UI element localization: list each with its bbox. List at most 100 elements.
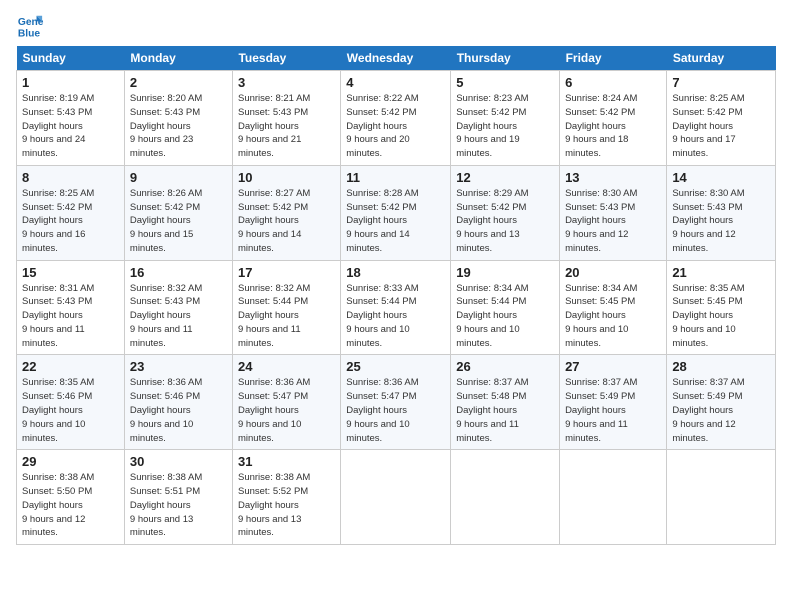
calendar-cell: 22Sunrise: 8:35 AMSunset: 5:46 PMDayligh…: [17, 355, 125, 450]
day-number: 3: [238, 75, 335, 90]
calendar-cell: [560, 450, 667, 545]
calendar-cell: 5 Sunrise: 8:23 AMSunset: 5:42 PMDaylight…: [451, 71, 560, 166]
day-number: 6: [565, 75, 661, 90]
calendar-cell: 18Sunrise: 8:33 AMSunset: 5:44 PMDayligh…: [341, 260, 451, 355]
header: General Blue: [16, 12, 776, 40]
day-info: Sunrise: 8:22 AMSunset: 5:42 PMDaylight …: [346, 92, 445, 161]
calendar-cell: 4 Sunrise: 8:22 AMSunset: 5:42 PMDaylight…: [341, 71, 451, 166]
day-info: Sunrise: 8:19 AMSunset: 5:43 PMDaylight …: [22, 92, 119, 161]
day-info: Sunrise: 8:21 AMSunset: 5:43 PMDaylight …: [238, 92, 335, 161]
calendar-cell: [451, 450, 560, 545]
logo: General Blue: [16, 12, 48, 40]
calendar-table: SundayMondayTuesdayWednesdayThursdayFrid…: [16, 46, 776, 545]
calendar-cell: 1 Sunrise: 8:19 AMSunset: 5:43 PMDaylight…: [17, 71, 125, 166]
calendar-cell: 17 Sunrise: 8:32 AMSunset: 5:44 PMDayligh…: [232, 260, 340, 355]
day-number: 9: [130, 170, 227, 185]
calendar-cell: 21Sunrise: 8:35 AMSunset: 5:45 PMDayligh…: [667, 260, 776, 355]
day-number: 4: [346, 75, 445, 90]
col-header-friday: Friday: [560, 46, 667, 71]
day-info: Sunrise: 8:30 AMSunset: 5:43 PMDaylight …: [672, 187, 770, 256]
calendar-cell: 2 Sunrise: 8:20 AMSunset: 5:43 PMDaylight…: [124, 71, 232, 166]
calendar-cell: [667, 450, 776, 545]
calendar-cell: 29 Sunrise: 8:38 AMSunset: 5:50 PMDayligh…: [17, 450, 125, 545]
day-number: 10: [238, 170, 335, 185]
day-info: Sunrise: 8:36 AMSunset: 5:46 PMDaylight …: [130, 376, 227, 445]
day-info: Sunrise: 8:32 AMSunset: 5:44 PMDaylight …: [238, 282, 335, 351]
day-number: 28: [672, 359, 770, 374]
calendar-cell: 11 Sunrise: 8:28 AMSunset: 5:42 PMDayligh…: [341, 165, 451, 260]
day-number: 18: [346, 265, 445, 280]
day-info: Sunrise: 8:35 AMSunset: 5:46 PMDaylight …: [22, 376, 119, 445]
day-info: Sunrise: 8:37 AMSunset: 5:49 PMDaylight …: [565, 376, 661, 445]
day-number: 2: [130, 75, 227, 90]
col-header-tuesday: Tuesday: [232, 46, 340, 71]
calendar-cell: 20Sunrise: 8:34 AMSunset: 5:45 PMDayligh…: [560, 260, 667, 355]
calendar-header-row: SundayMondayTuesdayWednesdayThursdayFrid…: [17, 46, 776, 71]
day-info: Sunrise: 8:20 AMSunset: 5:43 PMDaylight …: [130, 92, 227, 161]
day-number: 25: [346, 359, 445, 374]
col-header-saturday: Saturday: [667, 46, 776, 71]
day-number: 27: [565, 359, 661, 374]
day-info: Sunrise: 8:35 AMSunset: 5:45 PMDaylight …: [672, 282, 770, 351]
day-number: 12: [456, 170, 554, 185]
calendar-cell: 8 Sunrise: 8:25 AMSunset: 5:42 PMDaylight…: [17, 165, 125, 260]
day-info: Sunrise: 8:38 AMSunset: 5:51 PMDaylight …: [130, 471, 227, 540]
col-header-wednesday: Wednesday: [341, 46, 451, 71]
day-number: 11: [346, 170, 445, 185]
day-number: 13: [565, 170, 661, 185]
day-number: 14: [672, 170, 770, 185]
day-number: 29: [22, 454, 119, 469]
col-header-monday: Monday: [124, 46, 232, 71]
day-info: Sunrise: 8:23 AMSunset: 5:42 PMDaylight …: [456, 92, 554, 161]
day-number: 1: [22, 75, 119, 90]
calendar-cell: 13 Sunrise: 8:30 AMSunset: 5:43 PMDayligh…: [560, 165, 667, 260]
day-number: 15: [22, 265, 119, 280]
calendar-week-row: 8 Sunrise: 8:25 AMSunset: 5:42 PMDaylight…: [17, 165, 776, 260]
day-info: Sunrise: 8:38 AMSunset: 5:50 PMDaylight …: [22, 471, 119, 540]
calendar-week-row: 15 Sunrise: 8:31 AMSunset: 5:43 PMDayligh…: [17, 260, 776, 355]
day-number: 23: [130, 359, 227, 374]
day-number: 5: [456, 75, 554, 90]
col-header-sunday: Sunday: [17, 46, 125, 71]
logo-icon: General Blue: [16, 12, 44, 40]
calendar-cell: 26Sunrise: 8:37 AMSunset: 5:48 PMDayligh…: [451, 355, 560, 450]
calendar-cell: 12 Sunrise: 8:29 AMSunset: 5:42 PMDayligh…: [451, 165, 560, 260]
day-info: Sunrise: 8:34 AMSunset: 5:44 PMDaylight …: [456, 282, 554, 351]
calendar-cell: 16 Sunrise: 8:32 AMSunset: 5:43 PMDayligh…: [124, 260, 232, 355]
calendar-cell: 15 Sunrise: 8:31 AMSunset: 5:43 PMDayligh…: [17, 260, 125, 355]
day-info: Sunrise: 8:31 AMSunset: 5:43 PMDaylight …: [22, 282, 119, 351]
calendar-cell: 10Sunrise: 8:27 AMSunset: 5:42 PMDayligh…: [232, 165, 340, 260]
day-number: 19: [456, 265, 554, 280]
calendar-cell: 24 Sunrise: 8:36 AMSunset: 5:47 PMDayligh…: [232, 355, 340, 450]
calendar-cell: 14 Sunrise: 8:30 AMSunset: 5:43 PMDayligh…: [667, 165, 776, 260]
calendar-cell: 23 Sunrise: 8:36 AMSunset: 5:46 PMDayligh…: [124, 355, 232, 450]
day-info: Sunrise: 8:30 AMSunset: 5:43 PMDaylight …: [565, 187, 661, 256]
day-number: 20: [565, 265, 661, 280]
col-header-thursday: Thursday: [451, 46, 560, 71]
day-info: Sunrise: 8:28 AMSunset: 5:42 PMDaylight …: [346, 187, 445, 256]
calendar-cell: 7 Sunrise: 8:25 AMSunset: 5:42 PMDaylight…: [667, 71, 776, 166]
day-number: 24: [238, 359, 335, 374]
day-info: Sunrise: 8:32 AMSunset: 5:43 PMDaylight …: [130, 282, 227, 351]
calendar-cell: [341, 450, 451, 545]
day-info: Sunrise: 8:36 AMSunset: 5:47 PMDaylight …: [238, 376, 335, 445]
calendar-week-row: 29 Sunrise: 8:38 AMSunset: 5:50 PMDayligh…: [17, 450, 776, 545]
calendar-cell: 6Sunrise: 8:24 AMSunset: 5:42 PMDaylight…: [560, 71, 667, 166]
day-number: 26: [456, 359, 554, 374]
day-number: 31: [238, 454, 335, 469]
calendar-cell: 31Sunrise: 8:38 AMSunset: 5:52 PMDayligh…: [232, 450, 340, 545]
day-number: 16: [130, 265, 227, 280]
calendar-container: General Blue SundayMondayTuesdayWednesda…: [0, 0, 792, 553]
day-info: Sunrise: 8:29 AMSunset: 5:42 PMDaylight …: [456, 187, 554, 256]
calendar-cell: 9 Sunrise: 8:26 AMSunset: 5:42 PMDaylight…: [124, 165, 232, 260]
day-info: Sunrise: 8:36 AMSunset: 5:47 PMDaylight …: [346, 376, 445, 445]
day-info: Sunrise: 8:25 AMSunset: 5:42 PMDaylight …: [672, 92, 770, 161]
day-number: 7: [672, 75, 770, 90]
calendar-cell: 19 Sunrise: 8:34 AMSunset: 5:44 PMDayligh…: [451, 260, 560, 355]
day-info: Sunrise: 8:26 AMSunset: 5:42 PMDaylight …: [130, 187, 227, 256]
calendar-week-row: 22Sunrise: 8:35 AMSunset: 5:46 PMDayligh…: [17, 355, 776, 450]
day-number: 8: [22, 170, 119, 185]
day-info: Sunrise: 8:25 AMSunset: 5:42 PMDaylight …: [22, 187, 119, 256]
day-number: 17: [238, 265, 335, 280]
calendar-week-row: 1 Sunrise: 8:19 AMSunset: 5:43 PMDaylight…: [17, 71, 776, 166]
